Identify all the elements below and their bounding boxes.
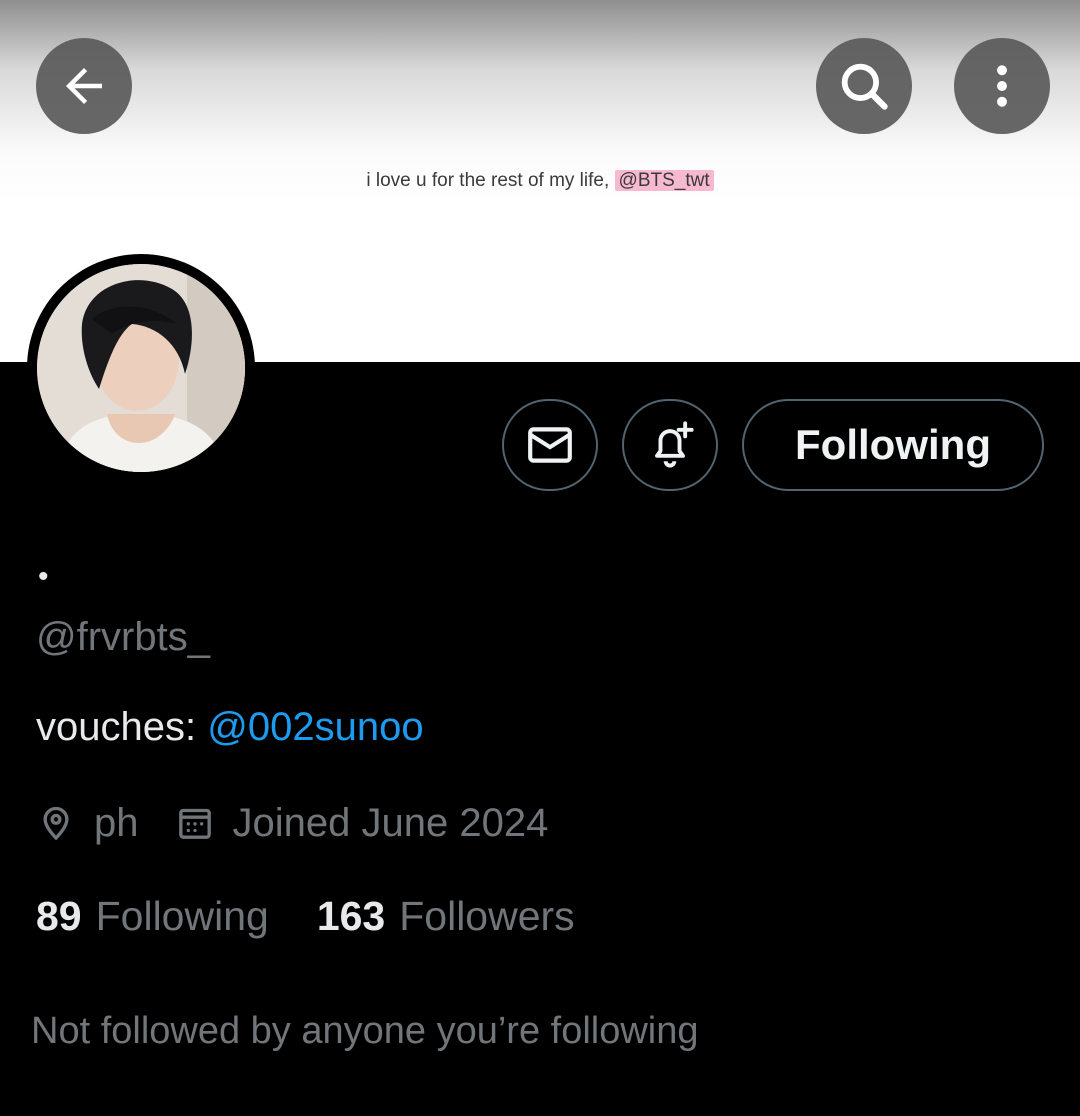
user-handle: @frvrbts_ bbox=[36, 615, 210, 659]
following-stat-link[interactable]: 89 Following bbox=[36, 893, 269, 940]
display-name: • bbox=[38, 560, 49, 593]
profile-meta: ph Joined June 2024 bbox=[36, 798, 548, 848]
calendar-icon bbox=[175, 803, 215, 843]
bell-plus-icon bbox=[655, 421, 694, 468]
search-icon bbox=[841, 63, 888, 110]
avatar-image bbox=[37, 264, 245, 472]
back-button[interactable] bbox=[36, 38, 132, 134]
banner-mention: @BTS_twt bbox=[614, 170, 714, 191]
following-button[interactable]: Following bbox=[742, 399, 1044, 491]
envelope-icon bbox=[528, 427, 572, 463]
bio: vouches: @002sunoo bbox=[36, 705, 424, 750]
bio-prefix: vouches: bbox=[36, 705, 197, 749]
bio-mention-link[interactable]: @002sunoo bbox=[207, 705, 423, 749]
more-vertical-icon bbox=[997, 65, 1007, 107]
banner-caption: i love u for the rest of my life, @BTS_t… bbox=[0, 170, 1080, 192]
message-button[interactable] bbox=[502, 399, 598, 491]
notifications-button[interactable] bbox=[622, 399, 718, 491]
banner-text: i love u for the rest of my life, bbox=[366, 170, 610, 191]
more-options-button[interactable] bbox=[954, 38, 1050, 134]
location-pin-icon bbox=[36, 803, 76, 843]
arrow-left-icon bbox=[66, 68, 102, 104]
followers-stat-link[interactable]: 163 Followers bbox=[317, 893, 575, 940]
following-count: 89 bbox=[36, 893, 82, 939]
avatar[interactable] bbox=[27, 254, 255, 482]
joined-date: Joined June 2024 bbox=[232, 800, 549, 845]
search-button[interactable] bbox=[816, 38, 912, 134]
location-text: ph bbox=[94, 800, 139, 845]
followers-label: Followers bbox=[399, 893, 575, 939]
following-label: Following bbox=[95, 893, 269, 939]
mutual-followers-text: Not followed by anyone you’re following bbox=[31, 1010, 699, 1052]
followers-count: 163 bbox=[316, 893, 386, 939]
profile-stats: 89 Following 163 Followers bbox=[36, 893, 575, 940]
